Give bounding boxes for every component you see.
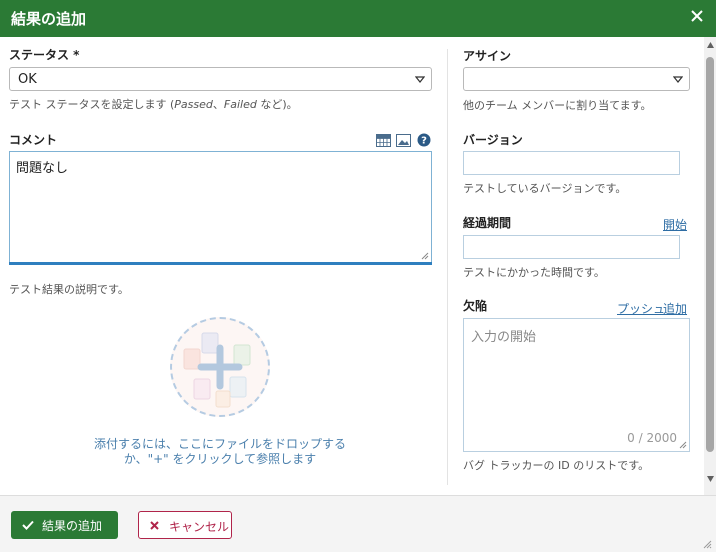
check-icon: [22, 520, 34, 530]
defects-placeholder: 入力の開始: [471, 330, 537, 345]
cross-icon: [150, 521, 159, 530]
assign-label: アサイン: [463, 49, 512, 63]
elapsed-hint: テストにかかった時間です。: [463, 266, 605, 279]
defects-push-link[interactable]: プッシュ: [617, 300, 665, 317]
elapsed-input[interactable]: [463, 235, 680, 259]
status-hint: テスト ステータスを設定します (Passed、Failed など)。: [9, 98, 298, 111]
table-icon[interactable]: [376, 134, 391, 147]
resize-handle-icon[interactable]: [679, 441, 687, 449]
elapsed-start-link[interactable]: 開始: [663, 216, 687, 233]
dialog-body: ステータス * OK テスト ステータスを設定します (Passed、Faile…: [0, 37, 704, 495]
defects-textarea[interactable]: 入力の開始 0 / 2000: [463, 318, 690, 452]
chevron-down-icon: [673, 76, 683, 83]
add-result-button[interactable]: 結果の追加: [11, 511, 118, 539]
version-hint: テストしているバージョンです。: [463, 182, 627, 195]
assign-select[interactable]: [463, 67, 690, 91]
scroll-up-icon[interactable]: [707, 42, 714, 48]
version-label: バージョン: [463, 133, 523, 147]
defects-counter: 0 / 2000: [627, 431, 677, 445]
comment-label: コメント: [9, 133, 58, 147]
elapsed-label: 経過期間: [463, 216, 512, 230]
textarea-focus-bar: [9, 262, 432, 265]
defects-label: 欠陥: [463, 299, 488, 313]
comment-textarea[interactable]: 問題なし: [9, 151, 432, 263]
image-icon[interactable]: [396, 134, 411, 147]
column-divider: [447, 49, 448, 485]
help-icon[interactable]: ?: [417, 133, 431, 147]
assign-hint: 他のチーム メンバーに割り当てます。: [463, 99, 652, 112]
add-result-label: 結果の追加: [42, 519, 103, 533]
comment-text: 問題なし: [16, 161, 69, 176]
dialog-footer: 結果の追加 キャンセル: [0, 495, 716, 552]
dropzone-instructions: 添付するには、ここにファイルをドロップする か、"+" をクリックして参照します: [60, 437, 380, 467]
resize-grip-icon[interactable]: [702, 539, 712, 549]
attachment-dropzone[interactable]: [170, 317, 270, 417]
defects-hint: バグ トラッカーの ID のリストです。: [463, 459, 650, 472]
dialog-title: 結果の追加: [11, 10, 87, 28]
version-input[interactable]: [463, 151, 680, 175]
svg-text:?: ?: [421, 136, 427, 147]
dropzone-line-2: か、"+" をクリックして参照します: [123, 452, 317, 466]
resize-handle-icon[interactable]: [421, 252, 429, 260]
status-value: OK: [18, 72, 37, 87]
plus-icon[interactable]: [195, 342, 245, 392]
dialog-header: 結果の追加: [0, 0, 716, 37]
cancel-label: キャンセル: [169, 520, 230, 534]
defects-add-link[interactable]: 追加: [663, 300, 687, 317]
cancel-button[interactable]: キャンセル: [138, 511, 232, 539]
close-icon[interactable]: [688, 7, 706, 25]
status-select[interactable]: OK: [9, 67, 432, 91]
chevron-down-icon: [415, 76, 425, 83]
comment-hint: テスト結果の説明です。: [9, 283, 129, 296]
scroll-down-icon[interactable]: [707, 476, 714, 482]
scrollbar-thumb[interactable]: [706, 57, 714, 452]
dropzone-line-1: 添付するには、ここにファイルをドロップする: [93, 437, 346, 451]
vertical-scrollbar[interactable]: [704, 37, 716, 495]
status-label: ステータス *: [9, 48, 80, 62]
